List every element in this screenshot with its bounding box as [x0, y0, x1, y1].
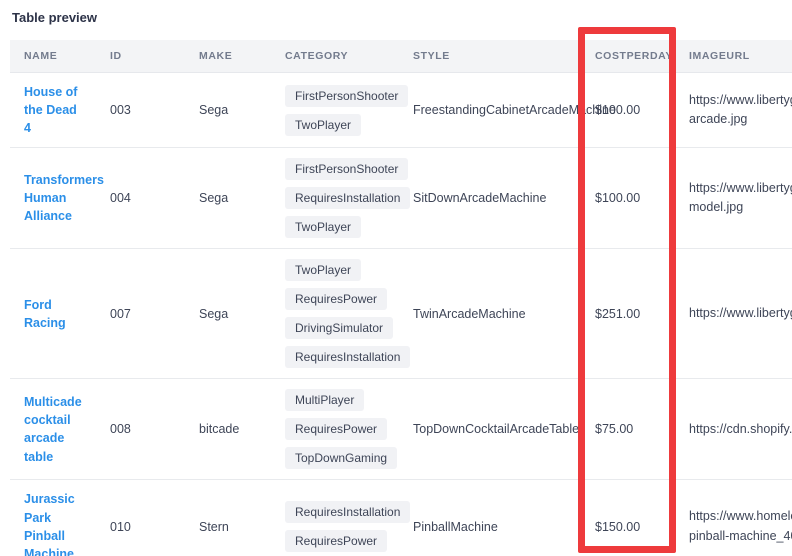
- id-cell: 003: [96, 73, 185, 148]
- table-header-row: NAME ID MAKE CATEGORY STYLE COSTPERDAY I…: [10, 40, 792, 73]
- category-tag: TwoPlayer: [285, 216, 361, 238]
- column-header-category: CATEGORY: [271, 40, 399, 73]
- imageurl-cell: https://www.libertygam: [675, 249, 792, 379]
- imageurl-cell: https://www.libertygam model.jpg: [675, 148, 792, 249]
- id-cell: 004: [96, 148, 185, 249]
- id-cell: 008: [96, 379, 185, 480]
- preview-table: NAME ID MAKE CATEGORY STYLE COSTPERDAY I…: [10, 40, 792, 556]
- category-tag: TopDownGaming: [285, 447, 397, 469]
- column-header-imageurl: IMAGEURL: [675, 40, 792, 73]
- name-cell: Ford Racing: [10, 249, 96, 379]
- category-cell: TwoPlayer RequiresPower DrivingSimulator…: [271, 249, 399, 379]
- category-tag: RequiresPower: [285, 530, 387, 552]
- column-header-make: MAKE: [185, 40, 271, 73]
- category-cell: RequiresInstallation RequiresPower: [271, 480, 399, 556]
- image-url: https://cdn.shopify.com: [689, 420, 792, 439]
- image-url: https://www.libertygam: [689, 91, 792, 110]
- name-cell: Jurassic Park Pinball Machine: [10, 480, 96, 556]
- table-row: House of the Dead 4 003 Sega FirstPerson…: [10, 73, 792, 148]
- style-cell: TopDownCocktailArcadeTable: [399, 379, 581, 480]
- category-tag: RequiresPower: [285, 288, 387, 310]
- id-cell: 010: [96, 480, 185, 556]
- image-url: https://www.libertygam: [689, 179, 792, 198]
- make-cell: bitcade: [185, 379, 271, 480]
- column-header-costperday: COSTPERDAY: [581, 40, 675, 73]
- costperday-cell: $75.00: [581, 379, 675, 480]
- item-name-link[interactable]: Ford Racing: [24, 296, 82, 332]
- category-cell: FirstPersonShooter RequiresInstallation …: [271, 148, 399, 249]
- style-cell: PinballMachine: [399, 480, 581, 556]
- category-tag: TwoPlayer: [285, 259, 361, 281]
- image-url: https://www.homeleisur: [689, 507, 792, 526]
- item-name-link[interactable]: Multicade cocktail arcade table: [24, 393, 82, 466]
- table-row: Jurassic Park Pinball Machine 010 Stern …: [10, 480, 792, 556]
- style-cell: SitDownArcadeMachine: [399, 148, 581, 249]
- category-tag: DrivingSimulator: [285, 317, 393, 339]
- imageurl-cell: https://cdn.shopify.com: [675, 379, 792, 480]
- make-cell: Sega: [185, 73, 271, 148]
- image-url: model.jpg: [689, 198, 792, 217]
- style-cell: FreestandingCabinetArcadeMachine: [399, 73, 581, 148]
- category-cell: MultiPlayer RequiresPower TopDownGaming: [271, 379, 399, 480]
- table-row: Ford Racing 007 Sega TwoPlayer RequiresP…: [10, 249, 792, 379]
- category-tag: FirstPersonShooter: [285, 158, 408, 180]
- item-name-link[interactable]: House of the Dead 4: [24, 83, 82, 137]
- item-name-link[interactable]: Jurassic Park Pinball Machine: [24, 490, 82, 556]
- image-url: arcade.jpg: [689, 110, 792, 129]
- category-tag: MultiPlayer: [285, 389, 364, 411]
- imageurl-cell: https://www.libertygam arcade.jpg: [675, 73, 792, 148]
- table-row: Transformers Human Alliance 004 Sega Fir…: [10, 148, 792, 249]
- category-tag: RequiresInstallation: [285, 501, 410, 523]
- column-header-id: ID: [96, 40, 185, 73]
- imageurl-cell: https://www.homeleisur pinball-machine_4…: [675, 480, 792, 556]
- name-cell: Multicade cocktail arcade table: [10, 379, 96, 480]
- name-cell: House of the Dead 4: [10, 73, 96, 148]
- costperday-cell: $150.00: [581, 480, 675, 556]
- name-cell: Transformers Human Alliance: [10, 148, 96, 249]
- category-cell: FirstPersonShooter TwoPlayer: [271, 73, 399, 148]
- make-cell: Stern: [185, 480, 271, 556]
- make-cell: Sega: [185, 148, 271, 249]
- category-tag: RequiresInstallation: [285, 346, 410, 368]
- image-url: https://www.libertygam: [689, 304, 792, 323]
- page-title: Table preview: [12, 10, 792, 25]
- column-header-style: STYLE: [399, 40, 581, 73]
- category-tag: FirstPersonShooter: [285, 85, 408, 107]
- column-header-name: NAME: [10, 40, 96, 73]
- table-preview-page: Table preview NAME ID MAKE CATEGORY STYL…: [0, 0, 792, 556]
- category-tag: RequiresPower: [285, 418, 387, 440]
- costperday-cell: $100.00: [581, 148, 675, 249]
- id-cell: 007: [96, 249, 185, 379]
- image-url: pinball-machine_400_: [689, 527, 792, 546]
- item-name-link[interactable]: Transformers Human Alliance: [24, 171, 104, 225]
- table-row: Multicade cocktail arcade table 008 bitc…: [10, 379, 792, 480]
- category-tag: TwoPlayer: [285, 114, 361, 136]
- costperday-cell: $100.00: [581, 73, 675, 148]
- make-cell: Sega: [185, 249, 271, 379]
- category-tag: RequiresInstallation: [285, 187, 410, 209]
- costperday-cell: $251.00: [581, 249, 675, 379]
- style-cell: TwinArcadeMachine: [399, 249, 581, 379]
